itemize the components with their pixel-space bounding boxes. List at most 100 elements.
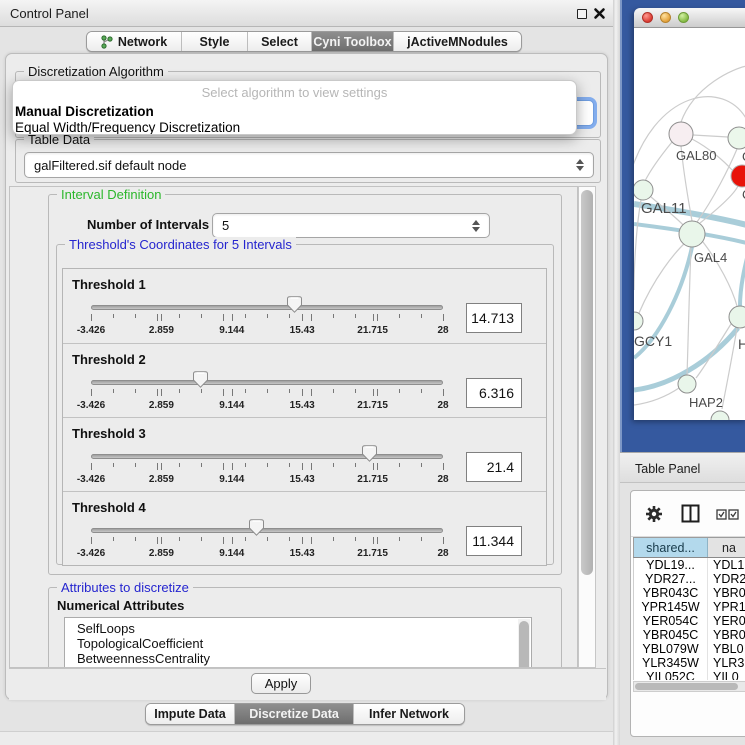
slider-track[interactable] <box>91 380 443 385</box>
slider-tick-label: 28 <box>437 325 448 336</box>
network-node-label: GAL4 <box>694 250 727 265</box>
slider-tick <box>421 463 422 467</box>
numerical-attributes-list[interactable]: SelfLoopsTopologicalCoefficientBetweenne… <box>64 617 532 668</box>
table-row[interactable]: YBR043CYBR0 <box>634 586 745 600</box>
tab-label: Infer Network <box>369 707 449 721</box>
panel-scrollbar[interactable] <box>578 186 596 668</box>
tab-impute-data[interactable]: Impute Data <box>146 704 234 724</box>
slider-tick <box>179 314 180 318</box>
network-node[interactable] <box>669 122 693 146</box>
slider-major-tick <box>91 463 92 470</box>
slider-thumb[interactable] <box>362 445 377 462</box>
network-node-label: GAL11 <box>641 200 687 217</box>
threshold-value-field[interactable]: 14.713 <box>466 303 522 333</box>
float-window-icon[interactable] <box>577 9 587 19</box>
tab-style[interactable]: Style <box>181 32 247 51</box>
threshold-value-field[interactable]: 6.316 <box>466 378 522 408</box>
gear-icon[interactable] <box>645 505 663 523</box>
algorithm-option[interactable]: Equal Width/Frequency Discretization <box>13 120 576 135</box>
slider-tick-label: 2.859 <box>149 474 174 485</box>
control-panel: Control Panel NetworkStyleSelectCyni Too… <box>0 0 613 745</box>
slider-tick-label: 9.144 <box>219 325 244 336</box>
threshold-slider[interactable]: -3.4262.8599.14415.4321.71528 <box>87 295 447 341</box>
table-row[interactable]: YPR145WYPR1 <box>634 600 745 614</box>
list-scrollbar[interactable] <box>518 619 530 668</box>
panel-splitter[interactable] <box>613 0 620 745</box>
tab-discretize-data[interactable]: Discretize Data <box>234 704 353 724</box>
discretization-algorithm-title: Discretization Algorithm <box>24 64 168 79</box>
table-row[interactable]: YDL19...YDL1 <box>634 558 745 572</box>
table-hscrollbar[interactable] <box>633 681 745 692</box>
slider-tick-label: -3.426 <box>77 325 105 336</box>
bottom-filler <box>0 731 613 745</box>
network-node-selected[interactable] <box>731 165 745 187</box>
slider-major-tick <box>373 537 374 544</box>
slider-major-tick <box>302 463 303 470</box>
table-cell-shared-name: YBR043C <box>634 586 708 600</box>
threshold-slider[interactable]: -3.4262.8599.14415.4321.71528 <box>87 444 447 490</box>
slider-thumb[interactable] <box>249 519 264 536</box>
slider-tick <box>289 314 290 318</box>
threshold-value-field[interactable]: 21.4 <box>466 452 522 482</box>
table-row[interactable]: YLR345WYLR3 <box>634 656 745 670</box>
slider-track[interactable] <box>91 528 443 533</box>
number-of-intervals-combobox[interactable]: 5 <box>212 213 490 238</box>
attribute-list-item[interactable]: BetweennessCentrality <box>65 651 531 666</box>
threshold-slider[interactable]: -3.4262.8599.14415.4321.71528 <box>87 370 447 416</box>
table-hscrollbar-thumb[interactable] <box>635 683 738 690</box>
slider-major-tick <box>302 537 303 544</box>
table-row[interactable]: YER054CYER0 <box>634 614 745 628</box>
network-node[interactable] <box>634 312 643 330</box>
split-columns-icon[interactable] <box>681 504 700 523</box>
number-of-intervals-value: 5 <box>222 218 229 233</box>
table-row[interactable]: YBR045CYBR0 <box>634 628 745 642</box>
tab-infer-network[interactable]: Infer Network <box>353 704 464 724</box>
close-traffic-light-icon[interactable] <box>642 12 653 23</box>
slider-major-tick <box>161 314 162 321</box>
slider-tick-label: 15.43 <box>290 325 315 336</box>
slider-thumb[interactable] <box>193 371 208 388</box>
network-node[interactable] <box>711 411 729 420</box>
tab-select[interactable]: Select <box>247 32 311 51</box>
tab-cyni-toolbox[interactable]: Cyni Toolbox <box>311 32 393 51</box>
slider-tick <box>333 314 334 318</box>
apply-button[interactable]: Apply <box>251 673 311 694</box>
minimize-traffic-light-icon[interactable] <box>660 12 671 23</box>
slider-thumb[interactable] <box>287 296 302 313</box>
table-row[interactable]: YDR27...YDR2 <box>634 572 745 586</box>
slider-major-tick <box>161 463 162 470</box>
slider-track[interactable] <box>91 454 443 459</box>
network-node[interactable] <box>729 306 745 328</box>
zoom-traffic-light-icon[interactable] <box>678 12 689 23</box>
numerical-attributes-label: Numerical Attributes <box>57 598 184 613</box>
network-node[interactable] <box>634 180 653 200</box>
list-scrollbar-thumb[interactable] <box>519 621 529 668</box>
network-canvas[interactable]: GAL80 GA C GAL11 GAL4 GCY1 H HAP2 <box>634 28 745 420</box>
algorithm-option[interactable]: Manual Discretization <box>13 104 576 120</box>
network-node[interactable] <box>678 375 696 393</box>
tab-network[interactable]: Network <box>87 32 181 51</box>
tab-label: Network <box>118 35 167 49</box>
threshold-value-field[interactable]: 11.344 <box>466 526 522 556</box>
column-header-name[interactable]: na <box>708 538 745 557</box>
slider-tick <box>421 314 422 318</box>
slider-tick-label: 28 <box>437 474 448 485</box>
slider-track[interactable] <box>91 305 443 310</box>
network-node[interactable] <box>679 221 705 247</box>
column-header-shared[interactable]: shared... <box>634 538 708 557</box>
table-row[interactable]: YBL079WYBL0 <box>634 642 745 656</box>
attribute-list-item[interactable]: TopologicalCoefficient <box>65 636 531 651</box>
close-icon[interactable] <box>593 7 606 20</box>
slider-tick <box>157 463 158 470</box>
network-node[interactable] <box>728 127 745 149</box>
panel-scrollbar-thumb[interactable] <box>581 190 593 575</box>
attribute-list-item[interactable]: SelfLoops <box>65 621 531 636</box>
slider-major-tick <box>443 537 444 544</box>
tab-label: Cyni Toolbox <box>313 35 391 49</box>
table-data-combobox[interactable]: galFiltered.sif default node <box>24 152 594 178</box>
table-row[interactable]: YIL052CYIL0 <box>634 670 745 680</box>
threshold-slider[interactable]: -3.4262.8599.14415.4321.71528 <box>87 518 447 564</box>
slider-major-tick <box>373 314 374 321</box>
tab-jactivemnodules[interactable]: jActiveMNodules <box>393 32 521 51</box>
select-columns-checkboxes-icon[interactable] <box>716 509 740 520</box>
